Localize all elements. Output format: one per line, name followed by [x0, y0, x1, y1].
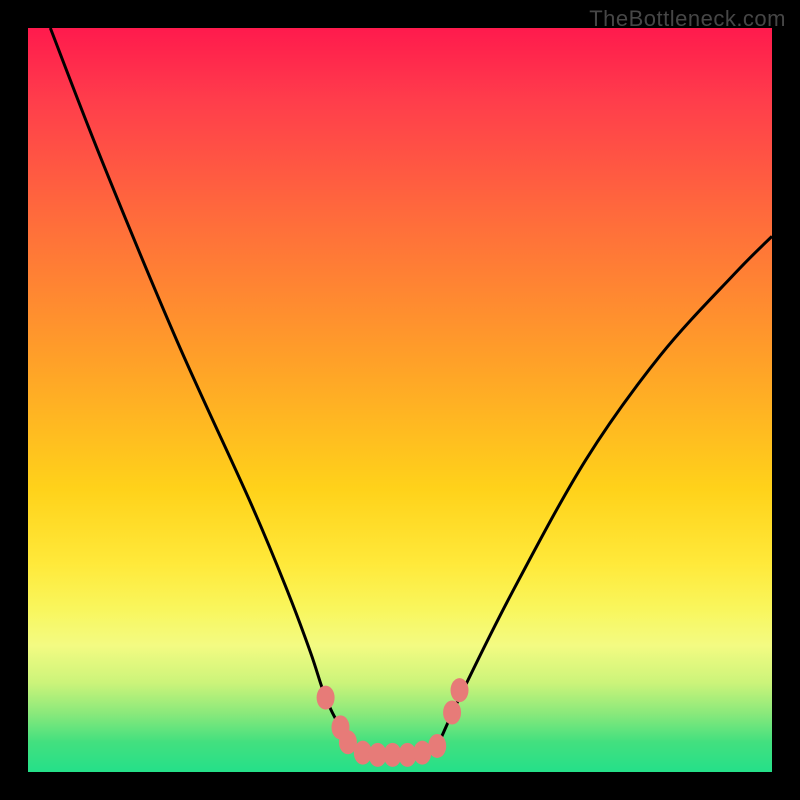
bottleneck-curve-svg: [28, 28, 772, 772]
marker-point: [443, 700, 461, 724]
marker-point: [451, 678, 469, 702]
marker-point: [317, 686, 335, 710]
chart-frame: TheBottleneck.com: [0, 0, 800, 800]
bottleneck-curve: [50, 28, 772, 755]
watermark-text: TheBottleneck.com: [589, 6, 786, 32]
plot-area: [28, 28, 772, 772]
highlighted-points: [317, 678, 469, 767]
marker-point: [428, 734, 446, 758]
